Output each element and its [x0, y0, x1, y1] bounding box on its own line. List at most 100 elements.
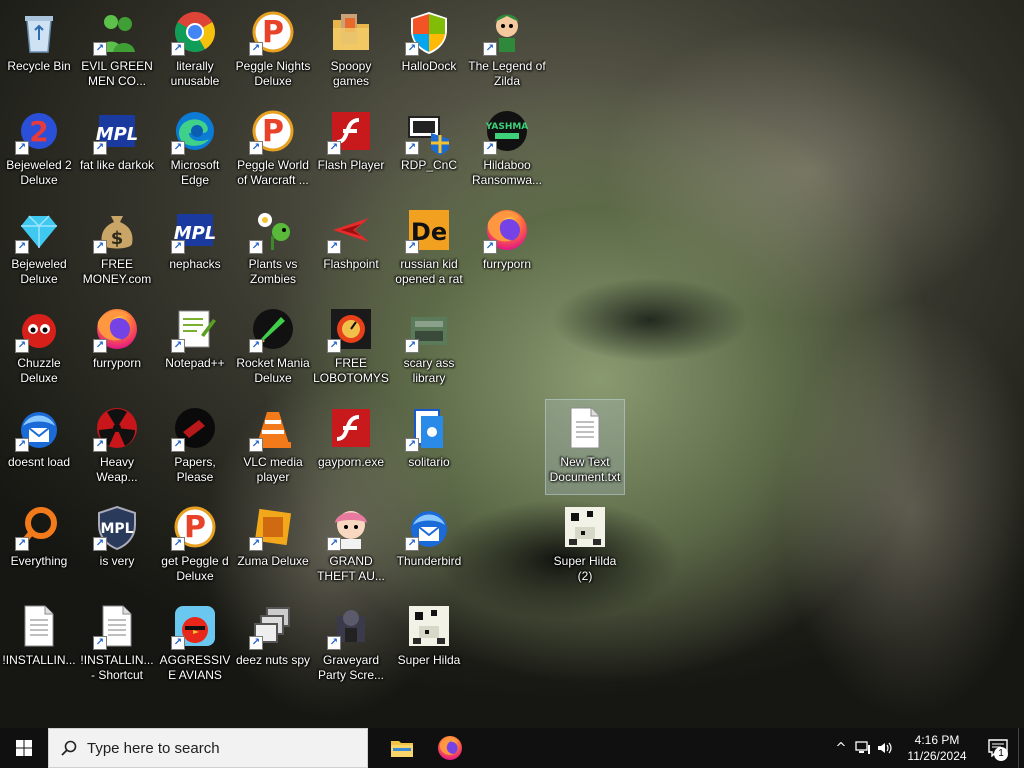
desktop-icon-mpl-shield[interactable]: MPL ↗ is very — [78, 499, 156, 593]
chrome-icon: ↗ — [171, 8, 219, 56]
desktop-icon-label: Peggle World of Warcraft ... — [237, 158, 309, 187]
notification-count-badge: 1 — [994, 747, 1008, 761]
volume-icon[interactable] — [874, 728, 896, 768]
search-icon — [61, 740, 77, 756]
action-center-button[interactable]: 1 — [978, 728, 1018, 768]
show-desktop-button[interactable] — [1018, 728, 1024, 768]
desktop-icon-thunderbird[interactable]: ↗ doesnt load — [0, 400, 78, 494]
shortcut-arrow-icon: ↗ — [171, 240, 185, 254]
clock[interactable]: 4:16 PM 11/26/2024 — [896, 732, 978, 764]
shortcut-arrow-icon: ↗ — [327, 240, 341, 254]
green-men-icon: ↗ — [93, 8, 141, 56]
desktop-icon-papers-please[interactable]: ↗ Papers, Please — [156, 400, 234, 494]
money-bag-icon: $ ↗ — [93, 206, 141, 254]
desktop-icon-bejeweled-2[interactable]: 2 ↗ Bejeweled 2 Deluxe — [0, 103, 78, 197]
desktop-icon-label: scary ass library — [403, 356, 455, 385]
desktop-icon-pixel-hilda[interactable]: Super Hilda — [390, 598, 468, 692]
desktop-icon-flashpoint[interactable]: ↗ Flashpoint — [312, 202, 390, 296]
desktop-icon-label: GRAND THEFT AU... — [317, 554, 385, 583]
desktop-icon-zelda[interactable]: ↗ The Legend of Zilda — [468, 4, 546, 98]
text-file-icon: ↗ — [93, 602, 141, 650]
start-button[interactable] — [0, 728, 48, 768]
shortcut-arrow-icon: ↗ — [249, 141, 263, 155]
shortcut-arrow-icon: ↗ — [171, 636, 185, 650]
desktop-icon-peggle[interactable]: P ↗ Peggle Nights Deluxe — [234, 4, 312, 98]
desktop-icon-label: Spoopy games — [330, 59, 372, 88]
desktop-icon-label: Everything — [10, 554, 68, 568]
desktop-icon-folder[interactable]: Spoopy games — [312, 4, 390, 98]
shortcut-arrow-icon: ↗ — [171, 141, 185, 155]
svg-text:P: P — [262, 114, 284, 149]
desktop-icon-windows-shield[interactable]: ↗ HalloDock — [390, 4, 468, 98]
desktop-icon-magnifier[interactable]: ↗ Everything — [0, 499, 78, 593]
desktop-icon-flash[interactable]: ↗ Flash Player — [312, 103, 390, 197]
desktop-icon-label: Bejeweled Deluxe — [11, 257, 67, 286]
desktop-icon-pixel-hilda[interactable]: Super Hilda (2) — [546, 499, 624, 593]
desktop-icon-thunderbird[interactable]: ↗ Thunderbird — [390, 499, 468, 593]
desktop-icon-graveyard[interactable]: ↗ Graveyard Party Scre... — [312, 598, 390, 692]
tray-chevron-up-icon[interactable]: ^ — [830, 728, 852, 768]
desktop-icon-firefox[interactable]: ↗ furryporn — [468, 202, 546, 296]
taskbar-file-explorer[interactable] — [378, 728, 426, 768]
clock-date: 11/26/2024 — [907, 749, 967, 763]
shortcut-arrow-icon: ↗ — [405, 438, 419, 452]
desktop-icon-peggle[interactable]: P ↗ get Peggle d Deluxe — [156, 499, 234, 593]
desktop-icon-label: Flash Player — [317, 158, 385, 172]
desktop-icon-vlc[interactable]: ↗ VLC media player — [234, 400, 312, 494]
firefox-icon — [438, 736, 462, 760]
desktop-icon-text-file[interactable]: !INSTALLIN... — [0, 598, 78, 692]
pixel-hilda-icon — [405, 602, 453, 650]
desktop-icon-label: russian kid opened a rat — [395, 257, 463, 286]
desktop-icon-yashma[interactable]: YASHMA ↗ Hildaboo Ransomwa... — [468, 103, 546, 197]
desktop-icon-library[interactable]: ↗ scary ass library — [390, 301, 468, 395]
desktop-icon-windows-stack[interactable]: ↗ deez nuts spy — [234, 598, 312, 692]
mpl-icon: MPL ↗ — [171, 206, 219, 254]
desktop-icon-mpl[interactable]: MPL ↗ nephacks — [156, 202, 234, 296]
desktop-icon-money-bag[interactable]: $ ↗ FREE MONEY.com — [78, 202, 156, 296]
shortcut-arrow-icon: ↗ — [249, 636, 263, 650]
desktop-icon-mpl[interactable]: MPL ↗ fat like darkok — [78, 103, 156, 197]
desktop-icon-label: Notepad++ — [165, 356, 225, 370]
desktop-icon-flash[interactable]: gayporn.exe — [312, 400, 390, 494]
shortcut-arrow-icon: ↗ — [171, 438, 185, 452]
search-box[interactable]: Type here to search — [48, 728, 368, 768]
folder-icon — [391, 741, 413, 757]
desktop-icon-zuma[interactable]: ↗ Zuma Deluxe — [234, 499, 312, 593]
desktop-icon-label: nephacks — [169, 257, 221, 271]
desktop-icon-firefox[interactable]: ↗ furryporn — [78, 301, 156, 395]
desktop-icon-chuzzle[interactable]: ↗ Chuzzle Deluxe — [0, 301, 78, 395]
clock-time: 4:16 PM — [914, 733, 960, 747]
shortcut-arrow-icon: ↗ — [93, 42, 107, 56]
desktop-icon-notepadpp[interactable]: ↗ Notepad++ — [156, 301, 234, 395]
plant-icon: ↗ — [249, 206, 297, 254]
desktop-icon-de[interactable]: De ↗ russian kid opened a rat — [390, 202, 468, 296]
desktop-icon-label: Heavy Weap... — [96, 455, 138, 484]
desktop-icon-anime-girl[interactable]: ↗ GRAND THEFT AU... — [312, 499, 390, 593]
desktop-icon-label: Bejeweled 2 Deluxe — [6, 158, 72, 187]
taskbar: Type here to search ^ 4:16 PM 11/26/2024 — [0, 728, 1024, 768]
flashpoint-icon: ↗ — [327, 206, 375, 254]
desktop-icon-text-file[interactable]: ↗ !INSTALLIN... - Shortcut — [78, 598, 156, 692]
desktop-icon-lobotomy[interactable]: ↗ FREE LOBOTOMYS — [312, 301, 390, 395]
desktop-icon-label: FREE MONEY.com — [82, 257, 152, 286]
bejeweled-2-icon: 2 ↗ — [15, 107, 63, 155]
desktop-icon-recycle-bin[interactable]: Recycle Bin — [0, 4, 78, 98]
desktop-icon-plant[interactable]: ↗ Plants vs Zombies — [234, 202, 312, 296]
desktop-wallpaper[interactable]: Recycle Bin ↗ EVIL GREEN MEN CO... ↗ literal… — [0, 0, 1024, 728]
desktop-icon-text-file[interactable]: New Text Document.txt — [545, 399, 625, 495]
desktop-icon-radiation[interactable]: ↗ Heavy Weap... — [78, 400, 156, 494]
desktop-icon-solitaire[interactable]: ↗ solitario — [390, 400, 468, 494]
shortcut-arrow-icon: ↗ — [327, 141, 341, 155]
desktop-icon-green-men[interactable]: ↗ EVIL GREEN MEN CO... — [78, 4, 156, 98]
desktop-icon-chrome[interactable]: ↗ literally unusable — [156, 4, 234, 98]
network-icon[interactable] — [852, 728, 874, 768]
desktop-icon-label: deez nuts spy — [235, 653, 311, 667]
desktop-icon-angry-bird[interactable]: ↗ AGGRESSIVE AVIANS — [156, 598, 234, 692]
taskbar-firefox[interactable] — [426, 728, 474, 768]
desktop-icon-gem[interactable]: ↗ Bejeweled Deluxe — [0, 202, 78, 296]
desktop-icon-peggle[interactable]: P ↗ Peggle World of Warcraft ... — [234, 103, 312, 197]
desktop-icon-rdp[interactable]: ↗ RDP_CnC — [390, 103, 468, 197]
desktop-icon-edge[interactable]: ↗ Microsoft Edge — [156, 103, 234, 197]
graveyard-icon: ↗ — [327, 602, 375, 650]
desktop-icon-rocket[interactable]: ↗ Rocket Mania Deluxe — [234, 301, 312, 395]
